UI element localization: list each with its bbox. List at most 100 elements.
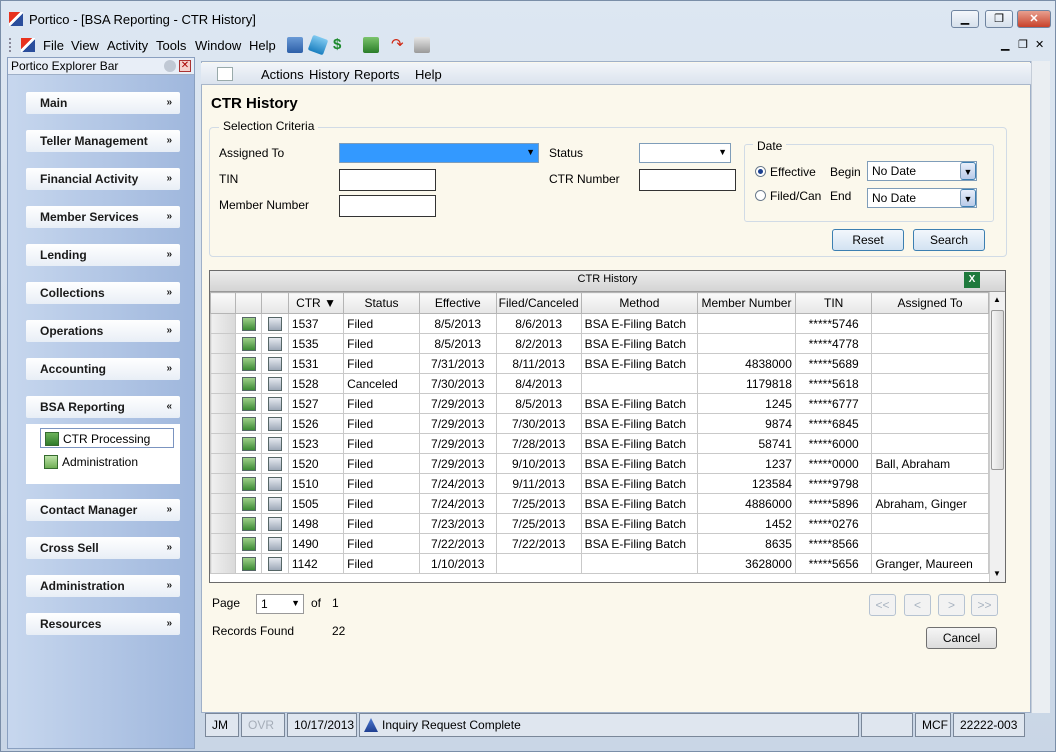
table-row[interactable]: 1526 Filed 7/29/2013 7/30/2013 BSA E-Filing … bbox=[210, 413, 1005, 434]
row-selector[interactable] bbox=[210, 453, 236, 474]
row-icon-cell[interactable] bbox=[234, 513, 263, 534]
edit-icon[interactable] bbox=[268, 376, 283, 391]
row-icon-cell[interactable] bbox=[234, 533, 263, 554]
table-row[interactable]: 1142 Filed 1/10/2013 3628000 *****5656 Grange… bbox=[210, 553, 1005, 574]
col-header-assigned-to[interactable]: Assigned To bbox=[871, 292, 989, 314]
row-icon-cell[interactable] bbox=[261, 433, 289, 454]
row-icon-cell[interactable] bbox=[234, 313, 263, 334]
document-icon[interactable] bbox=[241, 536, 256, 551]
row-icon-cell[interactable] bbox=[261, 513, 289, 534]
search-button[interactable]: Search bbox=[913, 229, 985, 251]
menu-file[interactable]: File bbox=[43, 38, 64, 53]
row-selector[interactable] bbox=[210, 513, 236, 534]
document-icon[interactable] bbox=[241, 476, 256, 491]
assigned-to-select[interactable]: ▼ bbox=[339, 143, 539, 163]
document-icon[interactable] bbox=[241, 336, 256, 351]
sidebar-item-operations[interactable]: Operations » bbox=[26, 320, 180, 342]
menu-tools[interactable]: Tools bbox=[156, 38, 186, 53]
scroll-up-icon[interactable]: ▲ bbox=[993, 295, 1001, 304]
menu-reports[interactable]: Reports bbox=[354, 67, 400, 82]
maximize-button[interactable]: ❐ bbox=[985, 10, 1013, 28]
edit-icon[interactable] bbox=[268, 416, 283, 431]
sidebar-item-lending[interactable]: Lending » bbox=[26, 244, 180, 266]
edit-icon[interactable] bbox=[268, 556, 283, 571]
mdi-restore[interactable]: ❐ bbox=[1018, 38, 1028, 51]
document-icon[interactable] bbox=[241, 356, 256, 371]
menu-window[interactable]: Window bbox=[195, 38, 241, 53]
table-row[interactable]: 1523 Filed 7/29/2013 7/28/2013 BSA E-Filing … bbox=[210, 433, 1005, 454]
document-icon[interactable] bbox=[241, 316, 256, 331]
row-selector[interactable] bbox=[210, 373, 236, 394]
col-header-status[interactable]: Status bbox=[343, 292, 420, 314]
edit-icon[interactable] bbox=[268, 336, 283, 351]
row-selector[interactable] bbox=[210, 313, 236, 334]
ctr-number-input[interactable] bbox=[639, 169, 736, 191]
member-number-input[interactable] bbox=[339, 195, 436, 217]
reset-button[interactable]: Reset bbox=[832, 229, 904, 251]
row-icon-cell[interactable] bbox=[261, 313, 289, 334]
dollar-icon[interactable]: $ bbox=[333, 37, 349, 53]
row-icon-cell[interactable] bbox=[234, 433, 263, 454]
table-row[interactable]: 1510 Filed 7/24/2013 9/11/2013 BSA E-Filing … bbox=[210, 473, 1005, 494]
row-icon-cell[interactable] bbox=[261, 353, 289, 374]
prev-page-button[interactable]: < bbox=[904, 594, 931, 616]
row-icon-cell[interactable] bbox=[234, 373, 263, 394]
page-select[interactable]: 1 ▼ bbox=[256, 594, 304, 614]
status-select[interactable]: ▼ bbox=[639, 143, 731, 163]
redo-arrow-icon[interactable]: ↷ bbox=[391, 37, 407, 53]
first-page-button[interactable]: << bbox=[869, 594, 896, 616]
end-date-select[interactable]: No Date ▼ bbox=[867, 188, 977, 208]
grid-scrollbar[interactable]: ▲ ▼ bbox=[989, 292, 1005, 582]
mdi-app-icon[interactable] bbox=[21, 38, 35, 52]
document-icon[interactable] bbox=[241, 456, 256, 471]
col-header-filed-canceled[interactable]: Filed/Canceled bbox=[495, 292, 582, 314]
col-header-method[interactable]: Method bbox=[580, 292, 699, 314]
mdi-minimize[interactable]: ▁ bbox=[1001, 38, 1009, 51]
edit-icon[interactable] bbox=[268, 396, 283, 411]
row-icon-cell[interactable] bbox=[234, 413, 263, 434]
sidebar-item-main[interactable]: Main » bbox=[26, 92, 180, 114]
row-icon-cell[interactable] bbox=[261, 413, 289, 434]
row-icon-cell[interactable] bbox=[261, 553, 289, 574]
row-icon-cell[interactable] bbox=[234, 353, 263, 374]
menu-actions[interactable]: Actions bbox=[261, 67, 304, 82]
table-row[interactable]: 1520 Filed 7/29/2013 9/10/2013 BSA E-Filing … bbox=[210, 453, 1005, 474]
document-icon[interactable] bbox=[241, 556, 256, 571]
row-icon-cell[interactable] bbox=[261, 393, 289, 414]
col-header-tin[interactable]: TIN bbox=[794, 292, 873, 314]
table-row[interactable]: 1528 Canceled 7/30/2013 8/4/2013 1179818 ****… bbox=[210, 373, 1005, 394]
row-icon-cell[interactable] bbox=[234, 453, 263, 474]
cash-drawer-icon[interactable] bbox=[363, 37, 379, 53]
main-scrollbar[interactable] bbox=[1031, 61, 1050, 713]
edit-icon[interactable] bbox=[268, 496, 283, 511]
filed-can-radio[interactable] bbox=[755, 190, 766, 201]
row-selector[interactable] bbox=[210, 333, 236, 354]
table-row[interactable]: 1535 Filed 8/5/2013 8/2/2013 BSA E-Filing Ba… bbox=[210, 333, 1005, 354]
row-selector[interactable] bbox=[210, 433, 236, 454]
document-icon[interactable] bbox=[241, 376, 256, 391]
row-icon-cell[interactable] bbox=[261, 493, 289, 514]
row-icon-cell[interactable] bbox=[234, 553, 263, 574]
row-selector[interactable] bbox=[210, 533, 236, 554]
document-icon[interactable] bbox=[241, 436, 256, 451]
col-header-member-number[interactable]: Member Number bbox=[697, 292, 796, 314]
menu-activity[interactable]: Activity bbox=[107, 38, 148, 53]
pin-icon[interactable] bbox=[164, 60, 176, 72]
table-row[interactable]: 1498 Filed 7/23/2013 7/25/2013 BSA E-Filing … bbox=[210, 513, 1005, 534]
document-icon[interactable] bbox=[241, 516, 256, 531]
row-selector[interactable] bbox=[210, 553, 236, 574]
close-button[interactable]: ✕ bbox=[1017, 10, 1051, 28]
table-row[interactable]: 1490 Filed 7/22/2013 7/22/2013 BSA E-Filing … bbox=[210, 533, 1005, 554]
row-selector[interactable] bbox=[210, 393, 236, 414]
edit-icon[interactable] bbox=[268, 356, 283, 371]
edit-icon[interactable] bbox=[268, 316, 283, 331]
calculator-icon[interactable] bbox=[287, 37, 303, 53]
row-icon-cell[interactable] bbox=[261, 473, 289, 494]
cancel-button[interactable]: Cancel bbox=[926, 627, 997, 649]
sidebar-item-accounting[interactable]: Accounting » bbox=[26, 358, 180, 380]
row-icon-cell[interactable] bbox=[234, 333, 263, 354]
table-row[interactable]: 1527 Filed 7/29/2013 8/5/2013 BSA E-Filing B… bbox=[210, 393, 1005, 414]
row-selector[interactable] bbox=[210, 493, 236, 514]
row-icon-cell[interactable] bbox=[261, 373, 289, 394]
edit-icon[interactable] bbox=[268, 436, 283, 451]
